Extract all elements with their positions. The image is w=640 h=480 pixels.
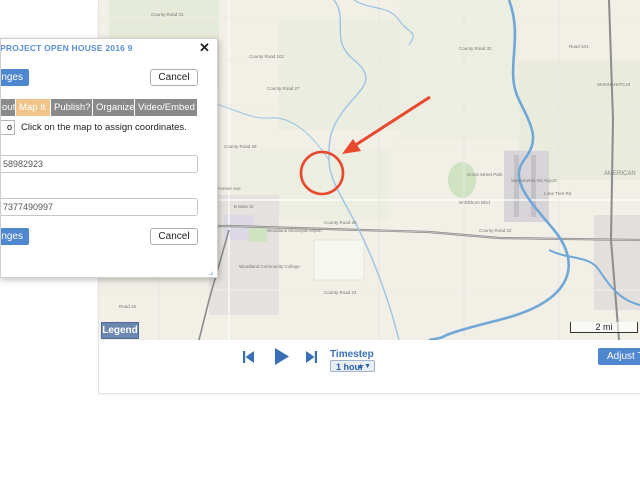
skip-back-button[interactable] [243,350,254,368]
map-label-15: County Road 22 [479,228,512,233]
map-label-5: County Road 29 [224,144,257,149]
map-label-7: E Main St [234,204,254,209]
map-label-4: County Road 27 [267,86,300,91]
map-label-17: SKINNEHATCHI [597,82,630,87]
skip-forward-icon [306,351,317,363]
panel-tabs: out Map It Publish? Organize Video/Embed [1,99,198,116]
legend-button[interactable]: Legend [101,322,139,339]
scale-bar: 2 mi [570,322,638,333]
skip-forward-button[interactable] [306,350,317,368]
tab-video-embed[interactable]: Video/Embed [135,99,198,116]
map-label-1: County Road 102 [249,54,285,59]
map-label-16: AMERICAN [604,171,636,177]
coordinate-toggle-input[interactable]: o [1,120,15,135]
tab-map-it[interactable]: Map It [16,99,51,116]
map-label-2: County Road 32 [459,46,492,51]
map-label-3: Road 101 [569,44,589,49]
cancel-button-top[interactable]: Cancel [150,69,198,86]
longitude-field[interactable]: 7377490997 [1,198,198,216]
play-icon [275,348,289,365]
map-label-0: County Road 31 [151,12,184,17]
tab-organize[interactable]: Organize [93,99,135,116]
close-button[interactable]: ✕ [199,40,210,56]
map-label-12: Sacramento Intl Airport [511,178,558,183]
select-arrows-icon: ▲▼ [357,363,371,370]
timestep-label: Timestep [330,349,374,360]
adjust-time-button[interactable]: Adjust T [598,348,640,365]
map-label-18: Woodland Community College [239,264,300,269]
map-label-13: W Elkhorn Blvd [459,200,490,205]
edit-location-panel: PROJECT OPEN HOUSE 2016 9 ✕ nges Cancel … [0,38,218,278]
timestep-select[interactable]: 1 hour ▲▼ [330,360,375,372]
map-instruction: Click on the map to assign coordinates. [21,122,187,133]
latitude-field[interactable]: 58982923 [1,155,198,173]
tab-publish[interactable]: Publish? [51,99,93,116]
resize-handle-icon[interactable]: ⌟ [209,266,213,277]
map-label-11: Cross Street Park [467,172,503,177]
map-label-9: County Road 24 [324,290,357,295]
close-icon: ✕ [199,40,210,55]
map-label-8: County Road 25 [324,220,357,225]
map-label-14: Lone Tree Rd [544,191,572,196]
save-changes-button-bottom[interactable]: nges [1,228,29,245]
panel-title: PROJECT OPEN HOUSE 2016 9 [0,43,133,53]
play-button[interactable] [275,348,289,370]
skip-back-icon [243,351,254,363]
map-label-19: Road 16 [119,304,137,309]
save-changes-button-top[interactable]: nges [1,69,29,86]
map-label-10: Woodland Municipal Airport [267,228,322,233]
cancel-button-bottom[interactable]: Cancel [150,228,198,245]
tab-layout[interactable]: out [1,99,16,116]
